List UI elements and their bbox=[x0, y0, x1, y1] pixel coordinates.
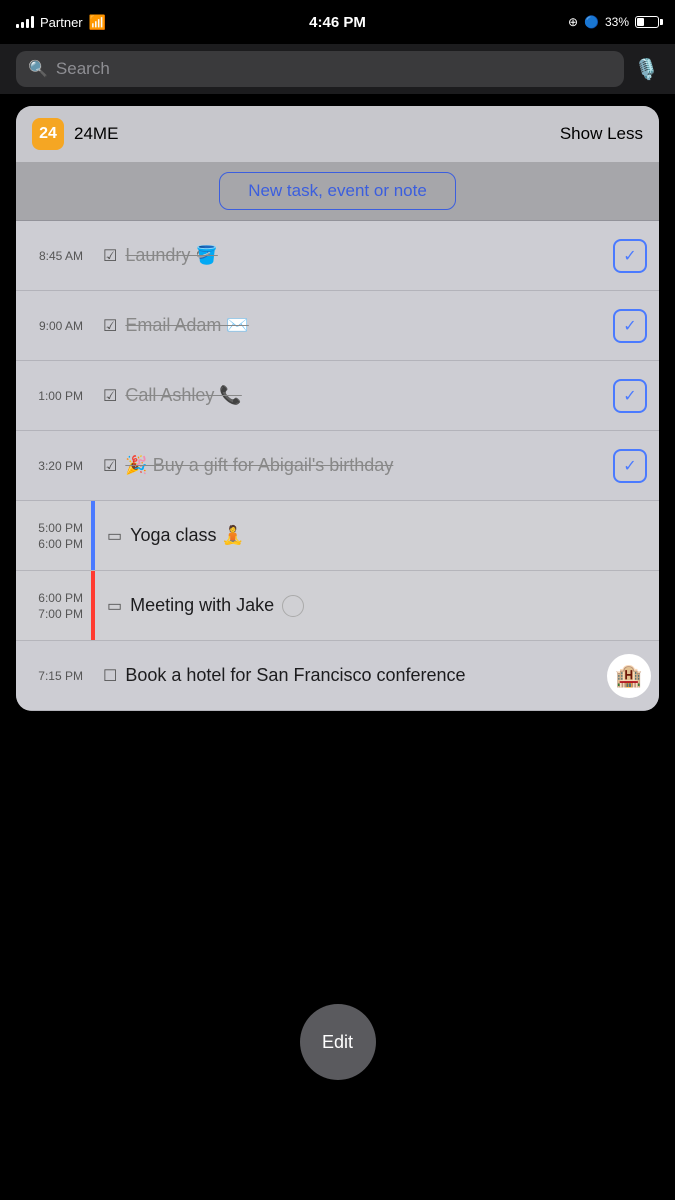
edit-button-container: Edit bbox=[300, 1004, 376, 1080]
location-icon: ⊕ bbox=[568, 15, 578, 29]
calendar-icon-yoga: ▭ bbox=[107, 526, 122, 546]
task-content-hotel-sf: ☐ Book a hotel for San Francisco confere… bbox=[91, 651, 607, 700]
task-item-yoga-class[interactable]: 5:00 PM 6:00 PM ▭ Yoga class 🧘 bbox=[16, 501, 659, 571]
signal-bar-3 bbox=[26, 19, 29, 28]
action-btn-email-adam[interactable]: ✓ bbox=[613, 309, 647, 343]
search-input-wrapper[interactable]: 🔍 Search bbox=[16, 51, 624, 87]
task-content-meeting-jake: ▭ Meeting with Jake bbox=[95, 581, 659, 631]
task-time-email-adam: 9:00 AM bbox=[16, 291, 91, 360]
task-content-call-ashley: ☑ Call Ashley 📞 bbox=[91, 371, 613, 420]
task-text-email-adam: Email Adam ✉️ bbox=[125, 315, 248, 336]
search-icon: 🔍 bbox=[28, 59, 48, 79]
calendar-icon-meeting: ▭ bbox=[107, 596, 122, 616]
battery-percent: 33% bbox=[605, 15, 629, 29]
task-time-yoga-class: 5:00 PM 6:00 PM bbox=[16, 501, 91, 570]
wifi-icon: 📶 bbox=[89, 14, 106, 31]
task-text-hotel-sf: Book a hotel for San Francisco conferenc… bbox=[125, 665, 465, 686]
task-item-birthday-gift[interactable]: 3:20 PM ☑ 🎉 Buy a gift for Abigail's bir… bbox=[16, 431, 659, 501]
task-time-birthday-gift: 3:20 PM bbox=[16, 431, 91, 500]
status-left: Partner 📶 bbox=[16, 14, 106, 31]
task-time-meeting-jake: 6:00 PM 7:00 PM bbox=[16, 571, 91, 640]
task-item-call-ashley[interactable]: 1:00 PM ☑ Call Ashley 📞 ✓ bbox=[16, 361, 659, 431]
widget-header-left: 24 24ME bbox=[32, 118, 118, 150]
carrier-label: Partner bbox=[40, 15, 83, 30]
task-time-laundry: 8:45 AM bbox=[16, 221, 91, 290]
status-bar: Partner 📶 4:46 PM ⊕ 🔵 33% bbox=[0, 0, 675, 44]
signal-bar-2 bbox=[21, 22, 24, 28]
checkbox-email-adam[interactable]: ☑ bbox=[103, 316, 117, 336]
action-btn-birthday-gift[interactable]: ✓ bbox=[613, 449, 647, 483]
checkbox-birthday-gift[interactable]: ☑ bbox=[103, 456, 117, 476]
bluetooth-icon: 🔵 bbox=[584, 15, 599, 29]
app-icon: 24 bbox=[32, 118, 64, 150]
task-time-call-ashley: 1:00 PM bbox=[16, 361, 91, 430]
signal-bar-4 bbox=[31, 16, 34, 28]
new-task-section: New task, event or note bbox=[16, 162, 659, 220]
task-text-meeting-jake: Meeting with Jake bbox=[130, 595, 274, 616]
checkbox-laundry[interactable]: ☑ bbox=[103, 246, 117, 266]
battery-fill bbox=[637, 18, 644, 26]
checkbox-hotel-sf[interactable]: ☐ bbox=[103, 666, 117, 686]
task-item-meeting-jake[interactable]: 6:00 PM 7:00 PM ▭ Meeting with Jake bbox=[16, 571, 659, 641]
task-item-hotel-sf[interactable]: 7:15 PM ☐ Book a hotel for San Francisco… bbox=[16, 641, 659, 711]
widget-container: 24 24ME Show Less New task, event or not… bbox=[16, 106, 659, 711]
widget-header: 24 24ME Show Less bbox=[16, 106, 659, 162]
task-text-yoga-class: Yoga class 🧘 bbox=[130, 525, 244, 546]
meeting-circle-icon bbox=[282, 595, 304, 617]
edit-button[interactable]: Edit bbox=[300, 1004, 376, 1080]
task-text-laundry: Laundry 🪣 bbox=[125, 245, 217, 266]
action-btn-laundry[interactable]: ✓ bbox=[613, 239, 647, 273]
app-name: 24ME bbox=[74, 124, 118, 144]
task-content-birthday-gift: ☑ 🎉 Buy a gift for Abigail's birthday bbox=[91, 441, 613, 490]
search-placeholder: Search bbox=[56, 59, 110, 79]
task-item-email-adam[interactable]: 9:00 AM ☑ Email Adam ✉️ ✓ bbox=[16, 291, 659, 361]
hotel-badge: 🏨 bbox=[607, 654, 651, 698]
task-text-call-ashley: Call Ashley 📞 bbox=[125, 385, 241, 406]
task-time-hotel-sf: 7:15 PM bbox=[16, 641, 91, 710]
signal-bars bbox=[16, 16, 34, 28]
checkbox-call-ashley[interactable]: ☑ bbox=[103, 386, 117, 406]
task-content-laundry: ☑ Laundry 🪣 bbox=[91, 231, 613, 280]
status-time: 4:46 PM bbox=[309, 14, 366, 31]
task-text-birthday-gift: 🎉 Buy a gift for Abigail's birthday bbox=[125, 455, 393, 476]
task-item-laundry[interactable]: 8:45 AM ☑ Laundry 🪣 ✓ bbox=[16, 221, 659, 291]
new-task-button[interactable]: New task, event or note bbox=[219, 172, 456, 210]
battery-icon bbox=[635, 16, 659, 28]
show-less-button[interactable]: Show Less bbox=[560, 124, 643, 144]
action-btn-call-ashley[interactable]: ✓ bbox=[613, 379, 647, 413]
signal-bar-1 bbox=[16, 24, 19, 28]
search-bar[interactable]: 🔍 Search 🎙️ bbox=[0, 44, 675, 94]
mic-icon[interactable]: 🎙️ bbox=[634, 57, 659, 82]
status-right: ⊕ 🔵 33% bbox=[568, 15, 659, 29]
task-content-yoga: ▭ Yoga class 🧘 bbox=[95, 511, 659, 560]
task-content-email-adam: ☑ Email Adam ✉️ bbox=[91, 301, 613, 350]
